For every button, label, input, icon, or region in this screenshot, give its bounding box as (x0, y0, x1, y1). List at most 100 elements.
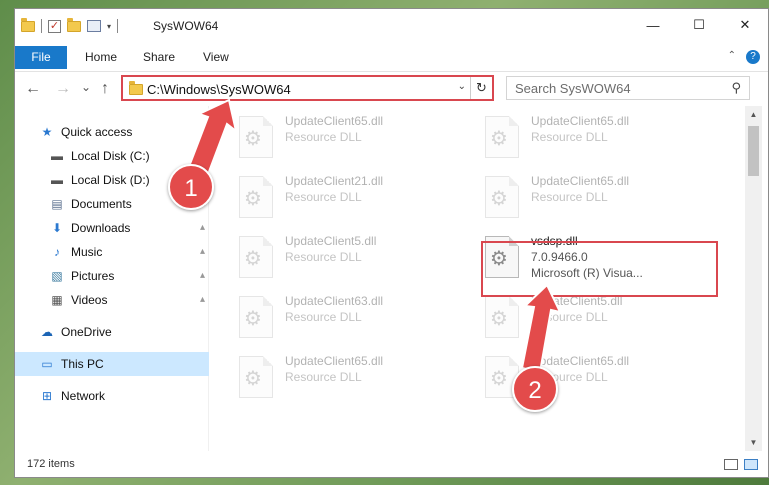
dll-file-icon: ⚙ (239, 176, 273, 218)
sidebar-item-label: Local Disk (D:) (71, 173, 150, 187)
sidebar-item-quick-access[interactable]: ★ Quick access (15, 120, 209, 144)
this-pc-icon: ▭ (41, 357, 53, 371)
quick-access-toolbar: ✓ ▾ (21, 17, 119, 33)
sidebar-item-label: Downloads (71, 221, 131, 235)
search-input[interactable]: Search SysWOW64 ⚲ (506, 76, 750, 100)
new-folder-icon[interactable] (67, 17, 81, 32)
dll-file-icon: ⚙ (239, 236, 273, 278)
back-button[interactable]: ← (25, 80, 41, 98)
sidebar-item-videos[interactable]: ▦ Videos ▴ (15, 288, 209, 312)
file-name: UpdateClient65.dll (531, 174, 630, 188)
file-list: ⚙ UpdateClient65.dll Resource DLL ⚙ UpdateCl… (211, 106, 745, 451)
properties-check-icon[interactable]: ✓ (48, 19, 61, 33)
dll-file-icon: ⚙ (239, 296, 273, 338)
vertical-scrollbar[interactable]: ▲ ▼ (745, 106, 762, 451)
explorer-window: ✓ ▾ SysWOW64 — ☐ ✕ File Home Share View … (14, 8, 769, 478)
tab-home[interactable]: Home (85, 46, 117, 69)
folder-icon (21, 17, 35, 32)
sidebar-item-downloads[interactable]: ⬇ Downloads ▴ (15, 216, 209, 240)
sidebar-item-onedrive[interactable]: ☁ OneDrive (15, 320, 209, 344)
search-placeholder: Search SysWOW64 (515, 81, 631, 96)
address-dropdown-icon[interactable]: ⌄ (458, 81, 466, 92)
scroll-down-icon[interactable]: ▼ (745, 434, 762, 451)
scroll-thumb[interactable] (748, 126, 759, 176)
file-type: Resource DLL (531, 130, 608, 144)
file-type: Resource DLL (285, 190, 362, 204)
sidebar-item-local-disk-c[interactable]: ▬ Local Disk (C:) ▴ (15, 144, 209, 168)
scroll-up-icon[interactable]: ▲ (745, 106, 762, 123)
file-item[interactable]: ⚙ UpdateClient65.dll Resource DLL (477, 110, 717, 166)
file-item[interactable]: ⚙ UpdateClient65.dll Resource DLL (231, 110, 471, 166)
sidebar-item-music[interactable]: ♪ Music ▴ (15, 240, 209, 264)
file-item[interactable]: ⚙ UpdateClient65.dll Resource DLL (231, 350, 471, 406)
address-text[interactable]: C:\Windows\SysWOW64 (147, 82, 291, 97)
file-name: UpdateClient63.dll (285, 294, 384, 308)
pin-icon: ▴ (199, 270, 205, 281)
ribbon-collapse-icon[interactable]: ⌃ (728, 50, 736, 64)
file-item[interactable]: ⚙ UpdateClient65.dll Resource DLL (477, 170, 717, 226)
drive-icon: ▬ (51, 149, 63, 163)
refresh-button[interactable]: ↻ (470, 77, 492, 99)
file-item[interactable]: ⚙ UpdateClient5.dll Resource DLL (477, 290, 717, 346)
close-button[interactable]: ✕ (722, 9, 768, 41)
dll-file-icon: ⚙ (485, 176, 519, 218)
star-icon: ★ (41, 125, 53, 139)
forward-button[interactable]: → (55, 80, 71, 98)
up-button[interactable]: ↑ (101, 80, 109, 98)
file-type: Resource DLL (285, 130, 362, 144)
file-item[interactable]: ⚙ UpdateClient5.dll Resource DLL (231, 230, 471, 286)
large-icons-view-icon[interactable] (744, 459, 758, 470)
window-controls: — ☐ ✕ (630, 9, 768, 41)
qat-dropdown-icon[interactable]: ▾ (107, 22, 111, 31)
sidebar-item-label: Music (71, 245, 103, 259)
gear-icon: ⚙ (244, 308, 262, 330)
navigation-bar: ← → ⌄ ↑ C:\Windows\SysWOW64 ⌄ ↻ Search S… (15, 72, 768, 106)
file-item[interactable]: ⚙ UpdateClient21.dll Resource DLL (231, 170, 471, 226)
maximize-button[interactable]: ☐ (676, 9, 722, 41)
sidebar-item-label: Documents (71, 197, 132, 211)
help-icon[interactable]: ? (746, 50, 760, 64)
documents-icon: ▤ (51, 197, 63, 211)
sidebar-item-this-pc[interactable]: ▭ This PC (15, 352, 209, 376)
pictures-icon: ▧ (51, 269, 63, 283)
ribbon-tabs: File Home Share View ⌃ ? (15, 42, 768, 72)
annotation-badge-1: 1 (168, 164, 214, 210)
details-view-icon[interactable] (724, 459, 738, 470)
onedrive-icon: ☁ (41, 325, 53, 339)
customize-icon[interactable] (87, 20, 101, 32)
sidebar-item-pictures[interactable]: ▧ Pictures ▴ (15, 264, 209, 288)
sidebar-item-label: Videos (71, 293, 108, 307)
status-bar: 172 items (15, 453, 768, 477)
annotation-highlight-box (481, 241, 718, 297)
file-name: UpdateClient65.dll (531, 114, 630, 128)
sidebar-item-label: Pictures (71, 269, 115, 283)
pin-icon: ▴ (199, 246, 205, 257)
file-name: UpdateClient65.dll (285, 354, 384, 368)
title-bar: ✓ ▾ SysWOW64 — ☐ ✕ (15, 9, 768, 42)
sidebar-item-label: This PC (61, 357, 104, 371)
window-title: SysWOW64 (153, 19, 219, 33)
minimize-button[interactable]: — (630, 9, 676, 41)
tab-share[interactable]: Share (143, 46, 175, 69)
file-type: Resource DLL (531, 310, 608, 324)
tab-file[interactable]: File (15, 46, 67, 69)
sidebar-item-label: OneDrive (61, 325, 112, 339)
item-count: 172 items (27, 458, 75, 470)
search-icon[interactable]: ⚲ (731, 80, 741, 96)
tab-view[interactable]: View (203, 46, 229, 69)
gear-icon: ⚙ (244, 128, 262, 150)
sidebar-item-label: Quick access (61, 125, 133, 139)
pin-icon: ▴ (199, 222, 205, 233)
sidebar-item-network[interactable]: ⊞ Network (15, 384, 209, 408)
address-bar[interactable]: C:\Windows\SysWOW64 ⌄ ↻ (121, 75, 494, 101)
dll-file-icon: ⚙ (239, 116, 273, 158)
folder-icon (129, 81, 143, 95)
pin-icon: ▴ (199, 294, 205, 305)
gear-icon: ⚙ (244, 188, 262, 210)
file-type: Resource DLL (285, 370, 362, 384)
file-item[interactable]: ⚙ UpdateClient63.dll Resource DLL (231, 290, 471, 346)
dll-file-icon: ⚙ (239, 356, 273, 398)
gear-icon: ⚙ (244, 368, 262, 390)
recent-locations-button[interactable]: ⌄ (81, 80, 91, 94)
videos-icon: ▦ (51, 293, 63, 307)
